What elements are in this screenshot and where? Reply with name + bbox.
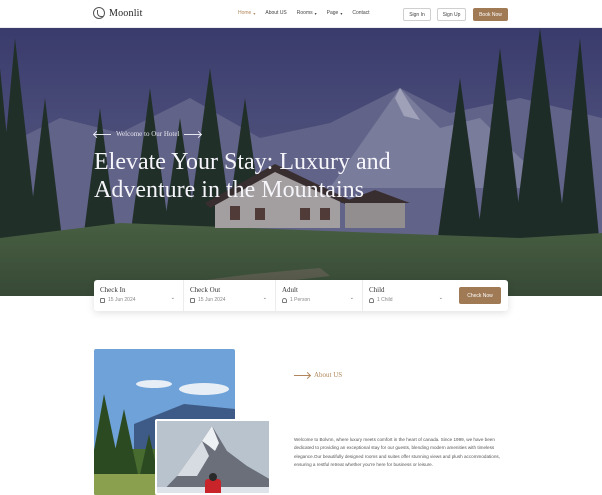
adult-field[interactable]: Adult 1 Person ⌄ xyxy=(275,280,362,311)
arrow-right-icon xyxy=(294,374,310,376)
child-label: Child xyxy=(369,286,385,294)
nav-item-about[interactable]: About US xyxy=(265,10,286,16)
book-now-button[interactable]: Book Now xyxy=(473,8,508,21)
chevron-down-icon: ⌄ xyxy=(170,295,175,301)
nav-item-contact[interactable]: Contact xyxy=(352,10,369,16)
calendar-icon xyxy=(190,297,195,303)
child-value: 1 Child xyxy=(369,297,393,303)
child-count: 1 Child xyxy=(377,297,393,303)
check-out-field[interactable]: Check Out 15 Jun 2024 ⌄ xyxy=(183,280,275,311)
adult-value: 1 Person xyxy=(282,297,310,303)
check-now-button[interactable]: Check Now xyxy=(459,287,501,304)
nav-label: Home xyxy=(238,10,252,16)
check-in-date: 15 Jun 2024 xyxy=(108,297,136,303)
chevron-down-icon: ⌄ xyxy=(349,295,354,301)
nav-item-page[interactable]: Page ▾ xyxy=(327,10,343,16)
hero-section: Welcome to Our Hotel Elevate Your Stay: … xyxy=(0,28,602,296)
check-in-label: Check In xyxy=(100,286,126,294)
about-description: Welcome to Bolvnn, where luxury meets co… xyxy=(294,437,500,467)
booking-bar: Check In 15 Jun 2024 ⌄ Check Out 15 Jun … xyxy=(94,280,508,311)
chevron-down-icon: ▾ xyxy=(314,10,317,16)
nav-item-home[interactable]: Home ▾ xyxy=(238,10,255,16)
sign-up-button[interactable]: Sign Up xyxy=(437,8,466,21)
moon-logo-icon xyxy=(93,7,105,19)
about-eyebrow-text: About US xyxy=(314,371,343,379)
main-nav: Home ▾ About US Rooms ▾ Page ▾ Contact xyxy=(238,10,370,16)
nav-item-rooms[interactable]: Rooms ▾ xyxy=(297,10,317,16)
check-out-label: Check Out xyxy=(190,286,221,294)
calendar-icon xyxy=(100,297,105,303)
site-header: Moonlit Home ▾ About US Rooms ▾ Page ▾ Cont… xyxy=(0,0,602,28)
check-in-field[interactable]: Check In 15 Jun 2024 ⌄ xyxy=(94,280,183,311)
user-icon xyxy=(282,297,287,303)
chevron-down-icon: ▾ xyxy=(340,10,343,16)
arrow-right-icon xyxy=(184,133,202,135)
sign-in-button[interactable]: Sign In xyxy=(403,8,431,21)
hero-eyebrow-text: Welcome to Our Hotel xyxy=(116,130,180,138)
about-eyebrow: About US xyxy=(294,371,342,379)
nav-label: About US xyxy=(265,10,287,16)
child-field[interactable]: Child 1 Child ⌄ xyxy=(362,280,451,311)
check-in-value: 15 Jun 2024 xyxy=(100,297,136,303)
chevron-down-icon: ⌄ xyxy=(438,295,443,301)
adult-label: Adult xyxy=(282,286,298,294)
adult-count: 1 Person xyxy=(290,297,311,303)
user-icon xyxy=(369,297,374,303)
about-image-mountain xyxy=(155,419,271,495)
chevron-down-icon: ▾ xyxy=(253,10,256,16)
logo[interactable]: Moonlit xyxy=(93,7,143,19)
chevron-down-icon: ⌄ xyxy=(262,295,267,301)
nav-label: Contact xyxy=(352,10,370,16)
nav-label: Rooms xyxy=(296,10,313,16)
arrow-left-icon xyxy=(94,133,111,135)
hero-title: Elevate Your Stay: Luxury and Adventure … xyxy=(94,149,391,203)
check-out-date: 15 Jun 2024 xyxy=(198,297,226,303)
logo-text: Moonlit xyxy=(109,7,143,19)
nav-label: Page xyxy=(326,10,339,16)
check-out-value: 15 Jun 2024 xyxy=(190,297,226,303)
hero-eyebrow: Welcome to Our Hotel xyxy=(94,130,202,138)
